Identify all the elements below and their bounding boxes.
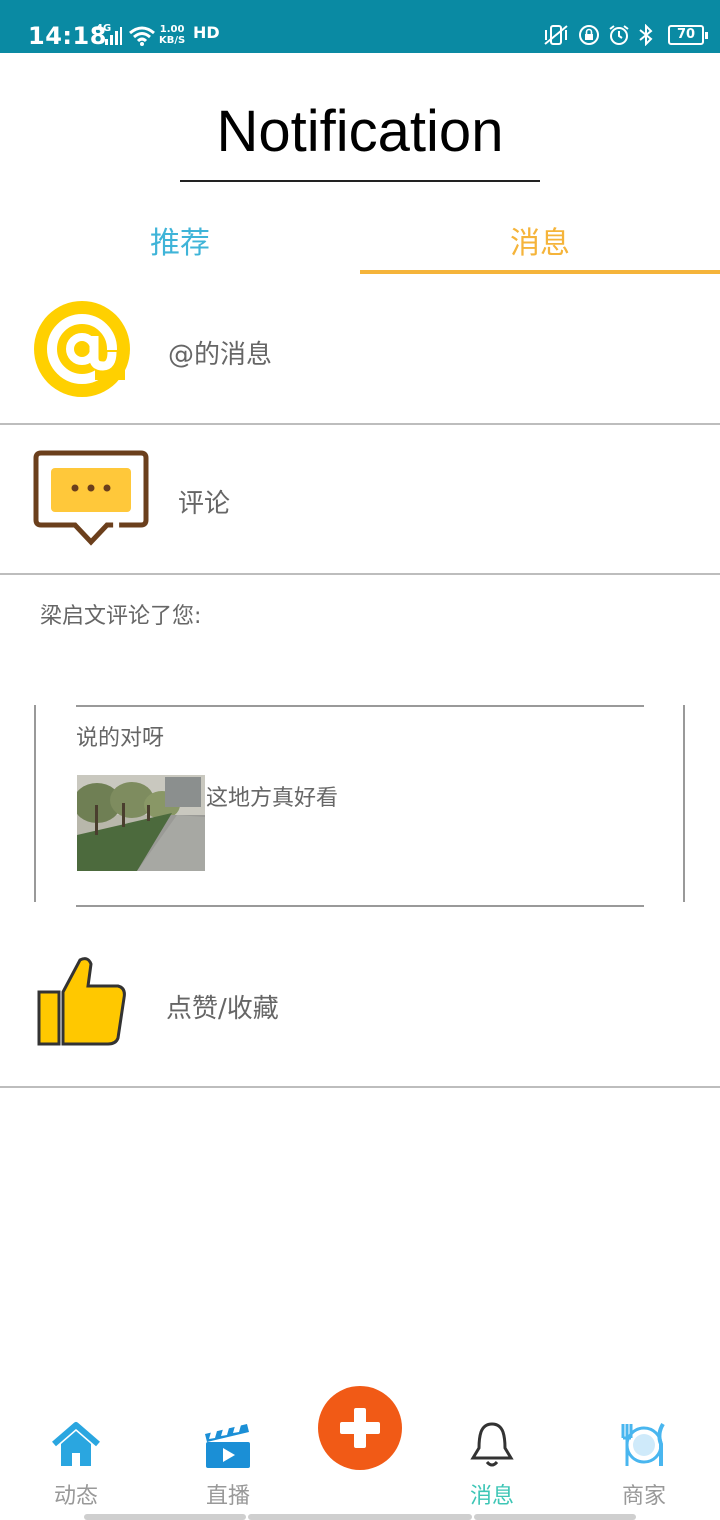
mentions-row[interactable]: @的消息 [0, 276, 720, 423]
comments-label: 评论 [178, 489, 231, 519]
title-underline [180, 180, 540, 182]
comments-row[interactable]: 评论 [0, 425, 720, 573]
comment-author-line: 梁启文评论了您: [40, 604, 202, 629]
chat-bubble-icon [33, 450, 149, 546]
post-text: 这地方真好看 [206, 786, 339, 811]
comment-text: 说的对呀 [76, 726, 165, 751]
add-button[interactable] [318, 1386, 402, 1470]
speed-value: 1.00 [159, 24, 185, 35]
likes-label: 点赞/收藏 [166, 994, 279, 1024]
plus-icon-vertical [354, 1408, 366, 1448]
nav-label: 动态 [53, 1484, 98, 1509]
status-right-icons: 70 [542, 24, 708, 46]
nav-label: 消息 [469, 1484, 514, 1509]
signal-icon [105, 27, 122, 45]
bluetooth-icon [639, 24, 653, 46]
hd-indicator: HD [193, 23, 220, 42]
likes-row[interactable]: 点赞/收藏 [0, 930, 720, 1086]
clapperboard-icon [205, 1424, 250, 1468]
at-icon [34, 301, 130, 397]
gesture-bar-segment [84, 1514, 246, 1520]
divider [0, 1086, 720, 1088]
divider [0, 573, 720, 575]
alarm-icon [609, 25, 629, 45]
wifi-icon [129, 26, 155, 46]
active-tab-indicator [360, 270, 720, 274]
vibrate-mute-icon [544, 25, 568, 45]
tab-messages[interactable]: 消息 [360, 218, 720, 262]
nav-label: 直播 [205, 1484, 250, 1509]
tab-recommend[interactable]: 推荐 [0, 218, 360, 262]
nav-label: 商家 [621, 1484, 666, 1509]
speed-unit: KB/S [159, 35, 186, 46]
card-right-border [683, 705, 685, 902]
home-icon [52, 1422, 100, 1466]
status-bar: 14:18 4G 1.00 KB/S HD 70 [0, 0, 720, 53]
network-speed: 1.00 KB/S [159, 24, 185, 46]
dining-icon [621, 1422, 665, 1466]
page-title: Notification [216, 99, 504, 164]
street-trees-photo [77, 775, 205, 871]
bell-icon [470, 1422, 514, 1467]
gesture-bar-segment [248, 1514, 472, 1520]
battery-indicator: 70 [668, 25, 708, 45]
card-bottom-border [76, 905, 644, 907]
card-left-border [34, 705, 36, 902]
card-top-border [76, 705, 644, 707]
thumbs-up-icon [37, 957, 126, 1046]
mentions-label: @的消息 [168, 340, 273, 370]
post-thumbnail[interactable] [77, 775, 205, 871]
rotation-lock-icon [579, 25, 599, 45]
gesture-bar-segment [474, 1514, 636, 1520]
